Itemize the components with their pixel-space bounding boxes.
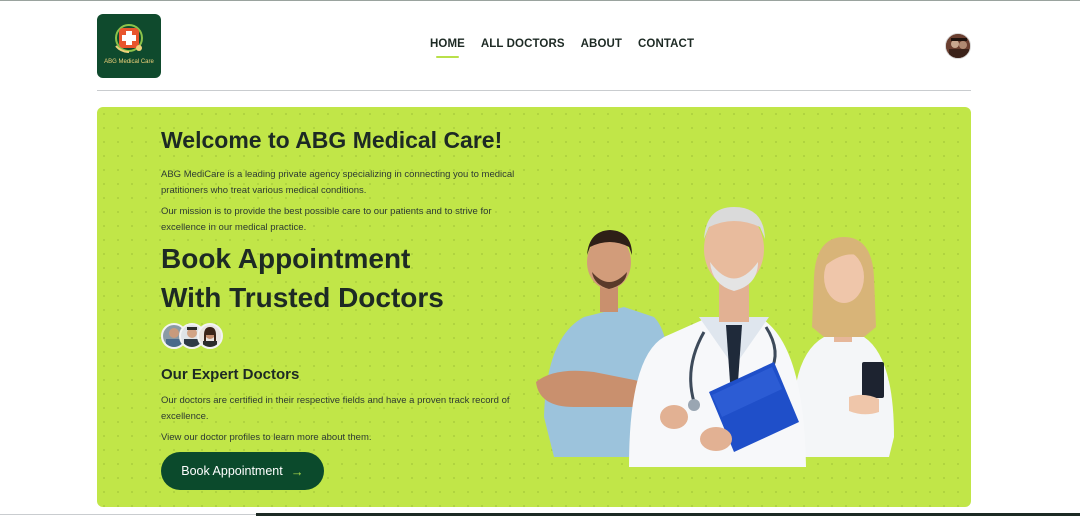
nav-contact[interactable]: CONTACT (638, 38, 694, 50)
bottom-scroll-indicator (0, 511, 1080, 516)
site-logo[interactable]: ABG Medical Care (97, 14, 161, 78)
logo-text: ABG Medical Care (104, 59, 154, 65)
book-appointment-button[interactable]: Book Appointment → (161, 452, 324, 490)
doctors-illustration (536, 207, 894, 467)
intro-text: ABG MediCare is a leading private agency… (161, 169, 515, 196)
book-appointment-button-label: Book Appointment (181, 464, 283, 478)
arrow-right-icon: → (290, 463, 304, 479)
bottom-border-light (0, 514, 256, 515)
nav-contact-label: CONTACT (638, 38, 695, 50)
site-header: ABG Medical Care HOME ALL DOCTORS ABOUT … (97, 14, 971, 78)
active-nav-indicator (436, 56, 459, 58)
top-border (0, 0, 1080, 1)
book-heading-line2: With Trusted Doctors (161, 282, 444, 313)
book-appointment-heading: Book Appointment With Trusted Doctors (161, 239, 444, 317)
profiles-text: View our doctor profiles to learn more a… (161, 432, 372, 443)
hero-section: Welcome to ABG Medical Care! ABG MediCar… (97, 107, 971, 507)
user-avatar-icon[interactable] (945, 33, 971, 59)
expert-doctors-text: Our doctors are certified in their respe… (161, 395, 510, 422)
welcome-heading: Welcome to ABG Medical Care! (161, 127, 503, 153)
doctor-avatar-group (161, 323, 231, 351)
nav-all-doctors-label: ALL DOCTORS (480, 38, 565, 50)
header-divider (97, 90, 971, 91)
mission-text: Our mission is to provide the best possi… (161, 206, 492, 233)
main-nav: HOME ALL DOCTORS ABOUT CONTACT (430, 38, 694, 58)
medical-cross-logo-icon (115, 24, 143, 53)
nav-about-label: ABOUT (580, 38, 623, 50)
doctor-avatar (197, 323, 223, 349)
nav-home[interactable]: HOME (430, 38, 465, 58)
book-heading-line1: Book Appointment (161, 243, 411, 274)
expert-doctors-heading: Our Expert Doctors (161, 366, 300, 383)
nav-about[interactable]: ABOUT (581, 38, 622, 50)
nav-home-label: HOME (430, 38, 465, 50)
nav-all-doctors[interactable]: ALL DOCTORS (481, 38, 565, 50)
